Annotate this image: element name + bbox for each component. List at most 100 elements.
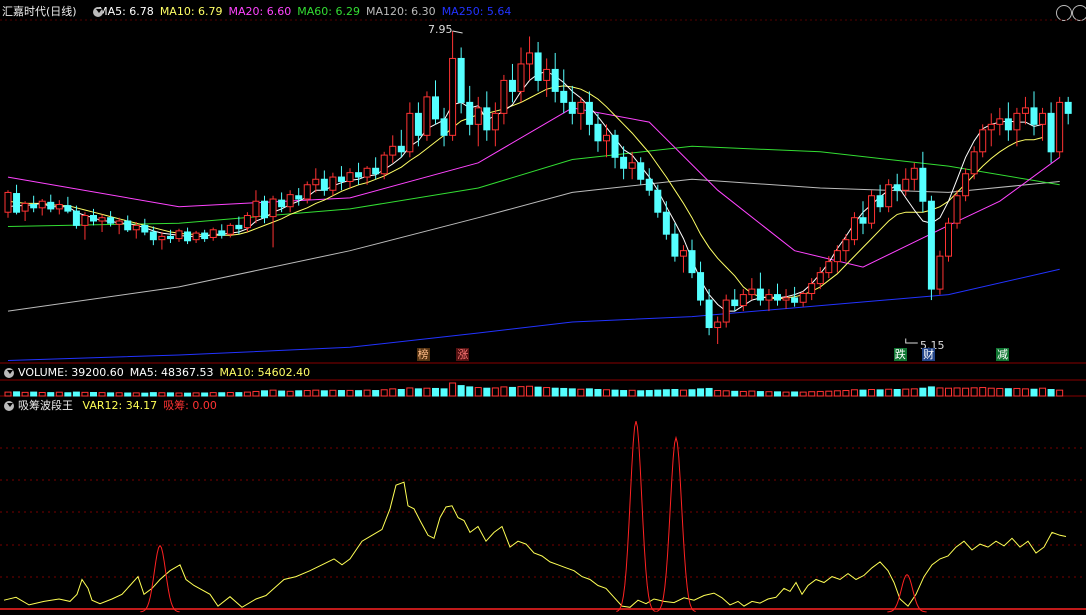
- candle-body: [337, 176, 345, 182]
- volume-bar: [568, 388, 576, 397]
- volume-bar: [64, 392, 72, 397]
- volume-bar: [295, 390, 303, 397]
- volume-bar: [1004, 388, 1012, 397]
- candle-body: [654, 189, 662, 213]
- xichou-peak: [616, 420, 656, 612]
- event-tag[interactable]: 跌: [893, 348, 907, 361]
- candle-body: [380, 154, 388, 175]
- volume-bar: [902, 388, 910, 397]
- volume-bar: [560, 387, 568, 397]
- candle-body: [1021, 107, 1029, 114]
- candle-body: [543, 68, 551, 81]
- candle-body: [637, 162, 645, 180]
- candle-body: [13, 193, 21, 213]
- volume-bar: [731, 390, 739, 397]
- candle-body: [303, 184, 311, 200]
- volume-bar: [491, 387, 499, 397]
- candle-body: [1039, 112, 1047, 125]
- candle-body: [774, 294, 781, 301]
- candle-body: [722, 299, 730, 323]
- volume-bar: [833, 390, 841, 397]
- candle-body: [731, 299, 739, 307]
- candle-body: [979, 129, 987, 153]
- candle-body: [508, 79, 516, 92]
- volume-bar: [432, 387, 439, 397]
- volume-bar: [910, 388, 918, 397]
- volume-bar: [893, 389, 901, 397]
- volume-bar: [962, 387, 970, 397]
- candle-body: [363, 167, 371, 178]
- volume-bar: [372, 390, 380, 397]
- volume-bar: [397, 389, 405, 397]
- candle-body: [30, 204, 38, 209]
- candle-body: [115, 220, 123, 225]
- candle-body: [1013, 112, 1021, 131]
- candle-body: [320, 178, 328, 191]
- volume-bar: [850, 389, 858, 397]
- volume-bar: [406, 387, 414, 397]
- candle-body: [226, 224, 234, 235]
- candle-body: [919, 167, 927, 202]
- candle-body: [679, 250, 687, 257]
- volume-bar: [662, 389, 670, 397]
- volume-bar: [124, 392, 132, 397]
- volume-bar: [620, 390, 628, 397]
- candle-body: [688, 250, 696, 274]
- candle-body: [141, 224, 149, 233]
- chart-svg: [0, 19, 1086, 613]
- candle-body: [149, 231, 157, 241]
- candle-body: [953, 195, 961, 224]
- volume-bar: [440, 388, 448, 397]
- volume-bar: [859, 389, 867, 397]
- volume-bar: [679, 389, 687, 397]
- candle-body: [697, 272, 705, 301]
- volume-bar: [936, 387, 944, 397]
- volume-bar: [55, 391, 63, 397]
- candle-body: [355, 172, 363, 178]
- ma20-line: [7, 107, 1060, 268]
- volume-bar: [603, 389, 610, 397]
- candle-body: [346, 172, 354, 182]
- candle-body: [1064, 101, 1072, 114]
- candle-body: [457, 57, 465, 103]
- volume-bar: [816, 390, 824, 397]
- candle-body: [868, 195, 876, 224]
- event-tag[interactable]: 涨: [456, 348, 470, 361]
- candle-body: [209, 229, 217, 238]
- candle-body: [414, 112, 422, 136]
- candle-body: [526, 52, 534, 65]
- event-tag[interactable]: 减: [996, 348, 1009, 361]
- volume-bar: [312, 389, 320, 397]
- candle-body: [449, 57, 457, 136]
- volume-bar: [714, 390, 722, 397]
- volume-bar: [363, 389, 371, 397]
- candle-body: [389, 145, 397, 156]
- volume-bar: [517, 386, 525, 397]
- volume-bar: [842, 390, 850, 397]
- candle-body: [21, 202, 29, 212]
- volume-bar: [90, 391, 97, 397]
- candle-body: [756, 288, 764, 301]
- candle-body: [261, 200, 268, 219]
- volume-bar: [47, 392, 55, 397]
- volume-bar: [996, 387, 1004, 397]
- candle-body: [406, 112, 414, 153]
- event-tag[interactable]: 财: [922, 348, 936, 361]
- volume-bar: [987, 387, 995, 397]
- candle-body: [55, 204, 63, 210]
- volume-bar: [551, 387, 559, 397]
- volume-bar: [765, 391, 773, 397]
- volume-bar: [722, 390, 730, 397]
- candle-body: [312, 178, 320, 186]
- volume-bar: [927, 386, 935, 397]
- volume-bar: [774, 391, 781, 397]
- candle-body: [816, 272, 824, 285]
- candle-body: [748, 288, 756, 296]
- volume-bar: [697, 388, 705, 397]
- candle-body: [876, 195, 884, 208]
- candle-body: [799, 292, 807, 303]
- candle-body: [833, 250, 841, 263]
- event-tag[interactable]: 榜: [416, 348, 430, 361]
- volume-bar: [389, 388, 397, 397]
- volume-bar: [30, 391, 38, 397]
